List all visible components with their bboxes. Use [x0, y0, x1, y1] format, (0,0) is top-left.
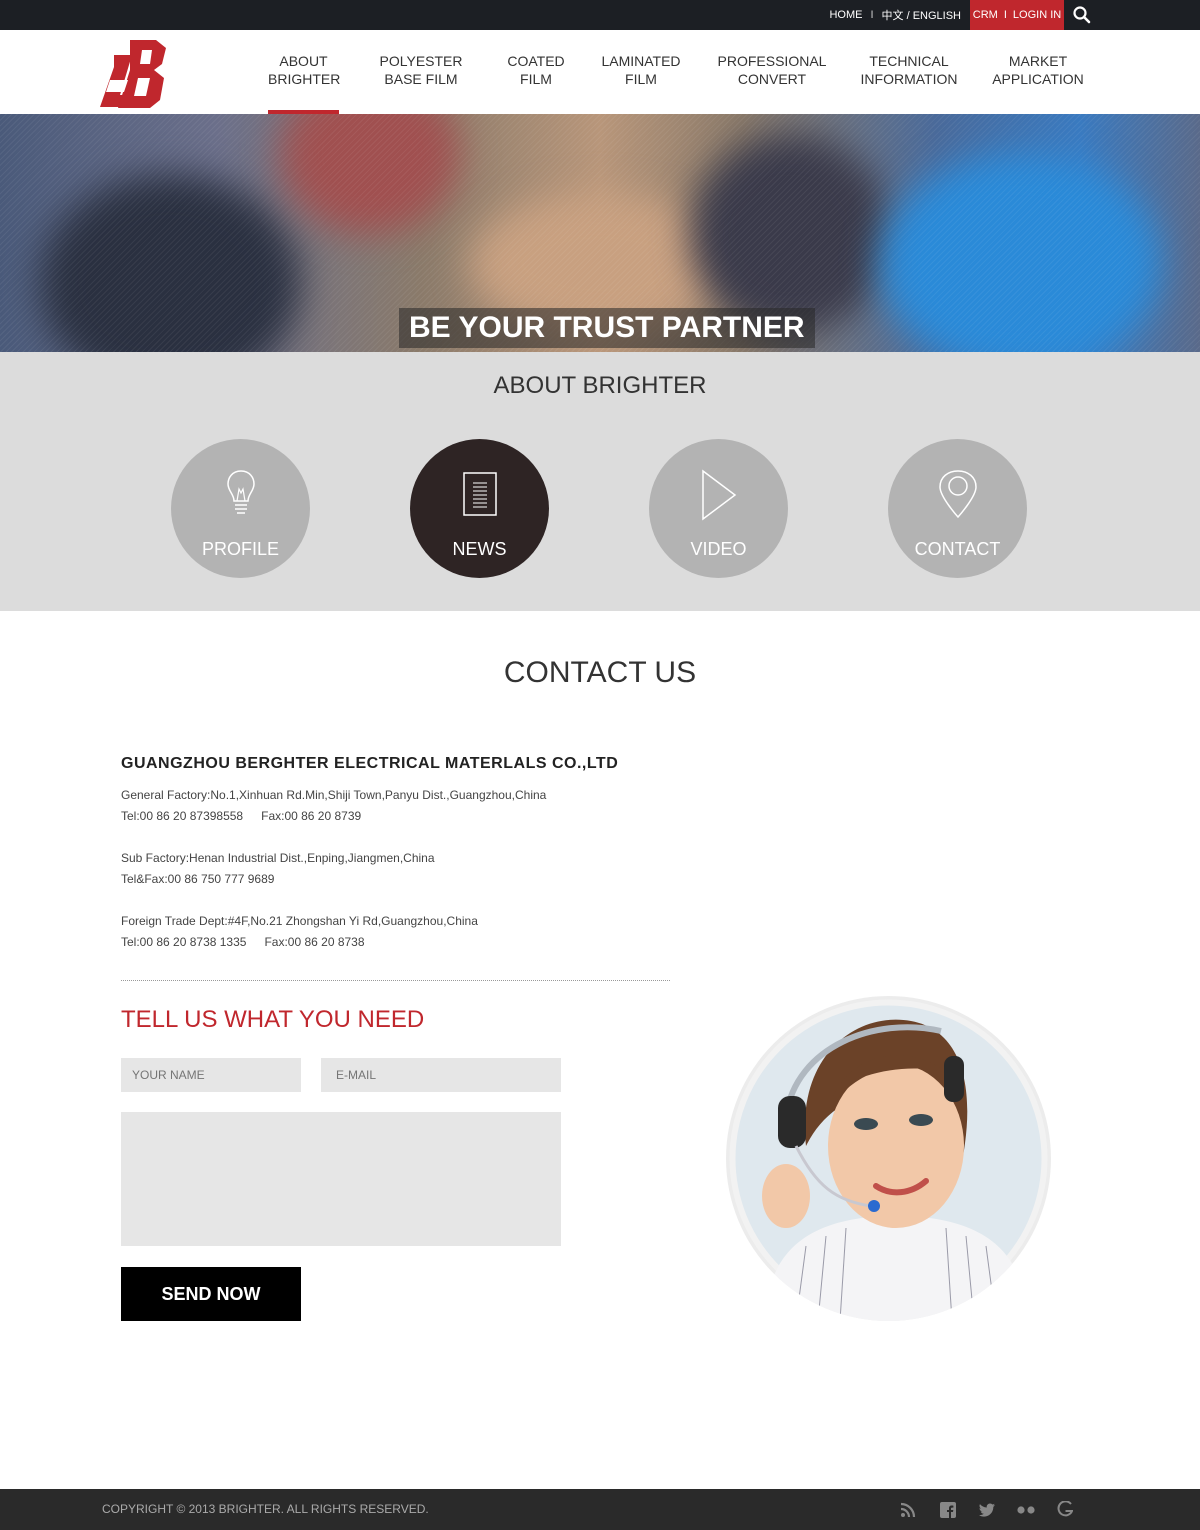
top-bar: HOME I 中文 / ENGLISH CRM I LOGIN IN: [0, 0, 1200, 30]
foreign-trade-fax: Fax:00 86 20 8738: [264, 935, 365, 949]
nav-laminated-film[interactable]: LAMINATED FILM: [596, 52, 686, 88]
document-icon: [410, 469, 549, 519]
about-title: ABOUT BRIGHTER: [493, 372, 707, 399]
crm-link[interactable]: CRM: [973, 9, 998, 21]
general-factory-address: General Factory:No.1,Xinhuan Rd.Min,Shij…: [121, 788, 547, 802]
nav-professional-convert[interactable]: PROFESSIONAL CONVERT: [712, 52, 832, 88]
message-textarea[interactable]: [121, 1112, 561, 1246]
copyright: COPYRIGHT © 2013 BRIGHTER. ALL RIGHTS RE…: [102, 1502, 429, 1516]
sub-factory-address: Sub Factory:Henan Industrial Dist.,Enpin…: [121, 851, 435, 865]
about-news-label: NEWS: [452, 539, 507, 559]
nav-coated-film[interactable]: COATED FILM: [500, 52, 572, 88]
name-input[interactable]: [121, 1058, 301, 1092]
form-title: TELL US WHAT YOU NEED: [121, 1006, 425, 1033]
general-factory-block: General Factory:No.1,Xinhuan Rd.Min,Shij…: [121, 785, 546, 827]
hero-tagline: BE YOUR TRUST PARTNER: [399, 308, 815, 348]
foreign-trade-address: Foreign Trade Dept:#4F,No.21 Zhongshan Y…: [121, 914, 478, 928]
footer: COPYRIGHT © 2013 BRIGHTER. ALL RIGHTS RE…: [0, 1489, 1200, 1530]
rss-icon[interactable]: [896, 1489, 920, 1530]
brand-logo[interactable]: [100, 40, 170, 108]
divider: [121, 980, 670, 981]
nav-market-application[interactable]: MARKET APPLICATION: [986, 52, 1090, 88]
support-agent-photo: [726, 996, 1051, 1321]
about-video-button[interactable]: VIDEO: [649, 439, 788, 578]
about-profile-button[interactable]: PROFILE: [171, 439, 310, 578]
email-input[interactable]: [321, 1058, 561, 1092]
company-name: GUANGZHOU BERGHTER ELECTRICAL MATERLALS …: [121, 755, 619, 772]
top-links: HOME I 中文 / ENGLISH: [829, 0, 961, 30]
header: ABOUT BRIGHTER POLYESTER BASE FILM COATE…: [0, 30, 1200, 114]
nav-about-brighter[interactable]: ABOUT BRIGHTER: [268, 52, 340, 114]
sub-factory-block: Sub Factory:Henan Industrial Dist.,Enpin…: [121, 848, 435, 890]
login-link[interactable]: LOGIN IN: [1013, 9, 1061, 21]
about-profile-label: PROFILE: [201, 539, 280, 559]
location-pin-icon: [888, 469, 1027, 519]
search-icon[interactable]: [1064, 0, 1100, 30]
general-factory-tel: Tel:00 86 20 87398558: [121, 809, 244, 823]
general-factory-fax: Fax:00 86 20 8739: [261, 809, 362, 823]
foreign-trade-tel: Tel:00 86 20 8738 1335: [121, 935, 247, 949]
google-icon[interactable]: [1053, 1489, 1077, 1530]
sub-factory-telfax: Tel&Fax:00 86 750 777 9689: [121, 872, 275, 886]
home-link[interactable]: HOME: [829, 9, 862, 21]
hero-banner: BE YOUR TRUST PARTNER: [0, 114, 1200, 352]
lightbulb-icon: [171, 469, 310, 519]
language-switch[interactable]: 中文 / ENGLISH: [882, 7, 961, 23]
about-contact-label: CONTACT: [914, 539, 1001, 559]
separator: I: [1003, 9, 1007, 21]
about-section: ABOUT BRIGHTER PROFILE NEWS VIDEO CONTAC…: [0, 352, 1200, 611]
about-video-label: VIDEO: [690, 539, 747, 559]
play-icon: [649, 469, 788, 521]
foreign-trade-block: Foreign Trade Dept:#4F,No.21 Zhongshan Y…: [121, 911, 478, 953]
flickr-icon[interactable]: [1014, 1489, 1038, 1530]
nav-polyester-base-film[interactable]: POLYESTER BASE FILM: [376, 52, 466, 88]
about-news-button[interactable]: NEWS: [410, 439, 549, 578]
twitter-icon[interactable]: [975, 1489, 999, 1530]
separator: I: [870, 9, 874, 21]
nav-technical-information[interactable]: TECHNICAL INFORMATION: [855, 52, 963, 88]
contact-title: CONTACT US: [503, 656, 697, 689]
about-contact-button[interactable]: CONTACT: [888, 439, 1027, 578]
facebook-icon[interactable]: [936, 1489, 960, 1530]
send-button[interactable]: SEND NOW: [121, 1267, 301, 1321]
crm-login-box: CRM I LOGIN IN: [970, 0, 1064, 30]
